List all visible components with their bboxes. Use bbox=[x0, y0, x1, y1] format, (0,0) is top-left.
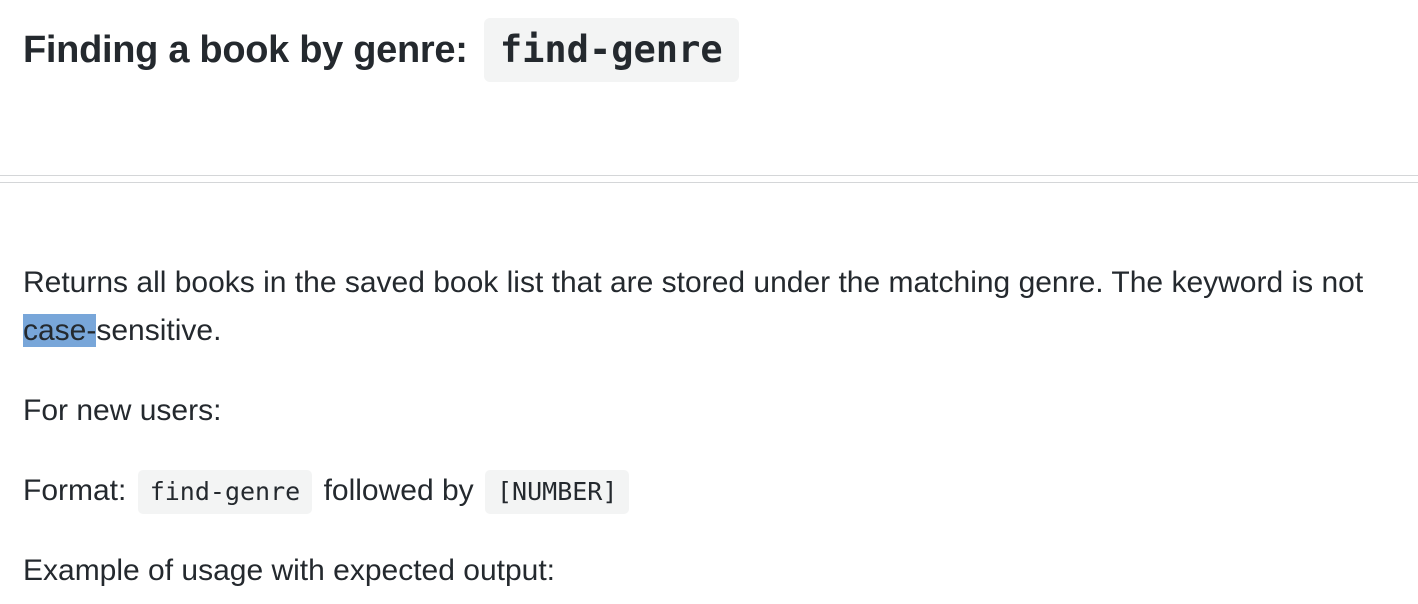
section-content: Returns all books in the saved book list… bbox=[23, 259, 1408, 604]
description-text-start: Returns all books in the saved book list… bbox=[23, 266, 1364, 299]
section-heading: Finding a book by genre: find-genre bbox=[23, 16, 739, 82]
heading-text: Finding a book by genre: bbox=[23, 28, 468, 71]
example-heading-paragraph: Example of usage with expected output: bbox=[23, 554, 556, 587]
format-paragraph: Format: find-genre followed by [NUMBER] bbox=[23, 467, 1408, 515]
selected-text[interactable]: case- bbox=[23, 314, 97, 347]
format-middle-text: followed by bbox=[323, 474, 474, 507]
document-page: Finding a book by genre: find-genre Retu… bbox=[0, 0, 1418, 604]
description-paragraph: Returns all books in the saved book list… bbox=[23, 259, 1408, 355]
new-users-paragraph: For new users: bbox=[23, 394, 222, 427]
format-label: Format: bbox=[23, 474, 127, 507]
description-text-end: sensitive. bbox=[96, 314, 222, 347]
format-command-code: find-genre bbox=[137, 470, 313, 515]
format-argument-code: [NUMBER] bbox=[485, 470, 630, 515]
heading-command-code: find-genre bbox=[483, 17, 739, 82]
horizontal-divider bbox=[0, 175, 1418, 183]
